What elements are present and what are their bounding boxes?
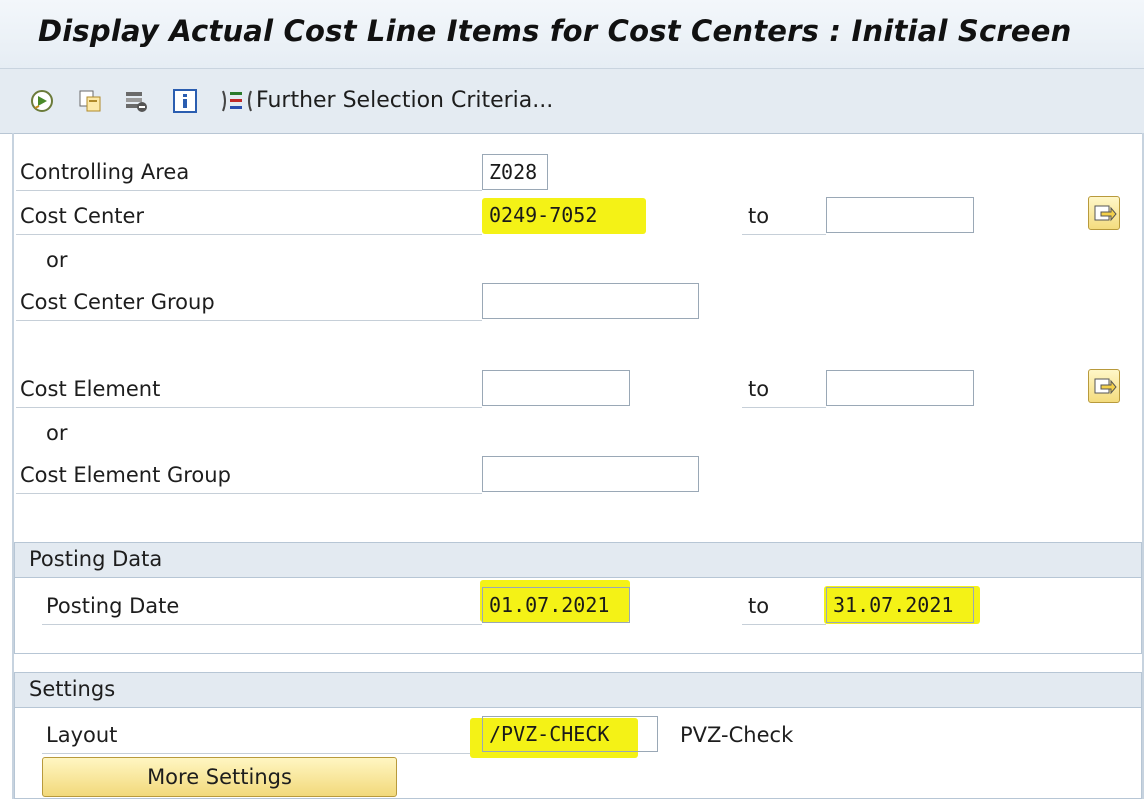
- cost-center-to-field[interactable]: [826, 197, 974, 233]
- multiple-selection-icon: [1094, 205, 1117, 222]
- or-label: or: [46, 248, 68, 272]
- posting-date-to-label: to: [748, 594, 770, 618]
- cost-element-to-field[interactable]: [826, 370, 974, 406]
- cost-center-group-field[interactable]: [482, 283, 699, 319]
- label-underline: [16, 234, 482, 235]
- controlling-area-field[interactable]: Z028: [482, 154, 548, 190]
- posting-data-header: Posting Data: [15, 543, 1141, 578]
- or-label: or: [46, 421, 68, 445]
- settings-header: Settings: [15, 673, 1141, 708]
- cost-center-label: Cost Center: [20, 204, 145, 228]
- label-underline: [16, 190, 482, 191]
- label-underline: [16, 493, 482, 494]
- cost-element-group-field[interactable]: [482, 456, 699, 492]
- layout-description: PVZ-Check: [680, 723, 794, 747]
- posting-date-to-field[interactable]: 31.07.2021: [826, 587, 974, 623]
- delete-variant-icon[interactable]: [124, 89, 148, 113]
- application-toolbar: Further Selection Criteria...: [0, 69, 1144, 134]
- posting-date-from-field[interactable]: 01.07.2021: [482, 587, 630, 623]
- label-underline: [742, 407, 826, 408]
- label-underline: [742, 234, 826, 235]
- posting-date-label: Posting Date: [46, 594, 180, 618]
- label-underline: [16, 407, 482, 408]
- label-underline: [16, 320, 482, 321]
- cost-center-to-label: to: [748, 204, 770, 228]
- page-title: Display Actual Cost Line Items for Cost …: [38, 14, 1072, 48]
- posting-data-title: Posting Data: [29, 547, 163, 571]
- further-selection-criteria-button[interactable]: Further Selection Criteria...: [256, 88, 553, 113]
- further-selection-icon[interactable]: [220, 89, 254, 113]
- cost-element-to-label: to: [748, 377, 770, 401]
- label-underline: [42, 624, 482, 625]
- label-underline: [742, 624, 826, 625]
- settings-title: Settings: [29, 677, 116, 701]
- cost-center-group-label: Cost Center Group: [20, 290, 215, 314]
- layout-label: Layout: [46, 723, 118, 747]
- cost-element-group-label: Cost Element Group: [20, 463, 231, 487]
- label-underline: [42, 753, 482, 754]
- info-icon[interactable]: [173, 89, 197, 113]
- title-bar: Display Actual Cost Line Items for Cost …: [0, 0, 1144, 69]
- controlling-area-label: Controlling Area: [20, 160, 190, 184]
- more-settings-button[interactable]: More Settings: [42, 757, 397, 797]
- cost-element-label: Cost Element: [20, 377, 161, 401]
- multiple-selection-icon: [1094, 378, 1117, 395]
- execute-icon[interactable]: [30, 89, 54, 113]
- multiple-selection-button[interactable]: [1088, 196, 1120, 230]
- copy-icon[interactable]: [78, 89, 102, 113]
- cost-element-from-field[interactable]: [482, 370, 630, 406]
- layout-field[interactable]: /PVZ-CHECK: [482, 716, 658, 752]
- multiple-selection-button[interactable]: [1088, 369, 1120, 403]
- cost-center-from-field[interactable]: 0249-7052: [482, 197, 630, 233]
